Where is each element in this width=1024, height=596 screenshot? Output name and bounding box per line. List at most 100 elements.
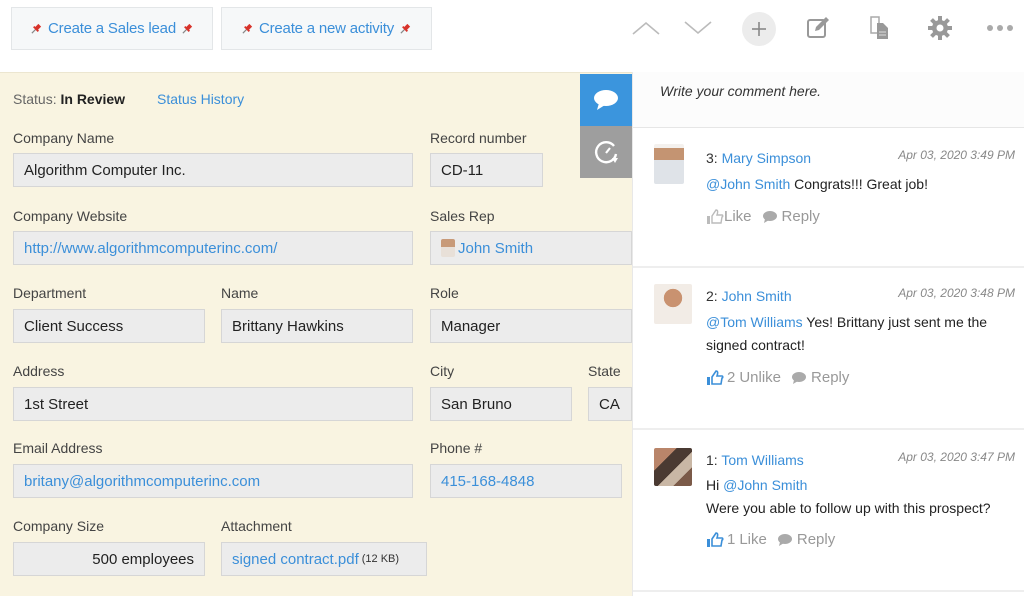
history-clock-icon [595, 141, 618, 164]
settings-button[interactable] [924, 12, 956, 44]
comment-input[interactable]: Write your comment here. [633, 72, 1024, 128]
create-sales-lead-button[interactable]: Create a Sales lead [11, 7, 213, 50]
next-record-button[interactable] [682, 12, 714, 44]
comment-number: 3: [706, 150, 718, 166]
role-label: Role [430, 285, 459, 301]
duplicate-record-button[interactable] [864, 12, 896, 44]
comment-author[interactable]: John Smith [722, 288, 792, 304]
unlike-button[interactable]: 2 Unlike [706, 369, 781, 386]
comment-timestamp: Apr 03, 2020 3:49 PM [898, 148, 1015, 162]
comment-timestamp: Apr 03, 2020 3:47 PM [898, 450, 1015, 464]
company-name-label: Company Name [13, 130, 115, 146]
city-label: City [430, 363, 455, 379]
comment-mention[interactable]: @John Smith [706, 176, 790, 192]
comment-actions: Like Reply [706, 208, 820, 225]
comment-body: @John Smith Congrats!!! Great job! [706, 173, 1016, 196]
name-field[interactable]: Brittany Hawkins [221, 309, 413, 343]
comment-header: 1: Tom Williams [706, 452, 804, 468]
like-label: Like [724, 208, 752, 225]
city-field[interactable]: San Bruno [430, 387, 572, 421]
history-tab[interactable] [580, 126, 632, 178]
comment-header: 3: Mary Simpson [706, 150, 811, 166]
address-label: Address [13, 363, 65, 379]
attachment-size: (12 KB) [361, 553, 400, 565]
state-label: State [588, 363, 621, 379]
address-field[interactable]: 1st Street [13, 387, 413, 421]
comment-body: Hi @John Smith Were you able to follow u… [706, 474, 1016, 520]
name-label: Name [221, 285, 259, 301]
comment-number: 2: [706, 288, 718, 304]
sales-rep-avatar [441, 239, 455, 257]
comment-item: 2: John Smith Apr 03, 2020 3:48 PM @Tom … [633, 268, 1024, 430]
create-sales-lead-label: Create a Sales lead [48, 20, 176, 37]
create-new-activity-button[interactable]: Create a new activity [221, 7, 432, 50]
comment-text: Were you able to follow up with this pro… [706, 500, 991, 516]
comment-author[interactable]: Mary Simpson [722, 150, 811, 166]
create-new-activity-label: Create a new activity [258, 20, 395, 37]
reply-label: Reply [781, 208, 820, 225]
sales-rep-name[interactable]: John Smith [458, 240, 533, 257]
department-field[interactable]: Client Success [13, 309, 205, 343]
attachment-link[interactable]: signed contract.pdf [232, 551, 359, 568]
state-field[interactable]: CA [588, 387, 632, 421]
company-website-label: Company Website [13, 208, 128, 224]
comment-author[interactable]: Tom Williams [721, 452, 803, 468]
attachment-label: Attachment [221, 518, 292, 534]
gear-icon [928, 16, 952, 40]
speech-bubble-icon [594, 90, 618, 110]
phone-label: Phone # [430, 440, 483, 456]
pushpin-icon [400, 23, 411, 34]
reply-button[interactable]: Reply [762, 208, 820, 225]
status-value: In Review [60, 91, 126, 107]
sales-rep-label: Sales Rep [430, 208, 495, 224]
email-label: Email Address [13, 440, 103, 456]
like-button[interactable]: 1 Like [706, 531, 767, 548]
edit-icon [807, 17, 829, 38]
thumbs-up-icon [707, 369, 724, 385]
company-website-field[interactable]: http://www.algorithmcomputerinc.com/ [13, 231, 413, 265]
reply-bubble-icon [762, 210, 777, 223]
status-label: Status: [13, 91, 57, 107]
phone-field[interactable]: 415-168-4848 [430, 464, 622, 498]
avatar [654, 144, 684, 184]
company-size-field[interactable]: 500 employees [13, 542, 205, 576]
comments-tab[interactable] [580, 74, 632, 126]
status-history-link[interactable]: Status History [157, 91, 244, 107]
role-field[interactable]: Manager [430, 309, 632, 343]
copy-icon [870, 16, 888, 39]
thumbs-up-icon [707, 531, 724, 547]
department-label: Department [13, 285, 87, 301]
company-name-field[interactable]: Algorithm Computer Inc. [13, 153, 413, 187]
reply-button[interactable]: Reply [777, 531, 835, 548]
comment-prefix: Hi [706, 477, 724, 493]
record-number-field[interactable]: CD-11 [430, 153, 543, 187]
edit-record-button[interactable] [802, 12, 834, 44]
pushpin-icon [242, 23, 253, 34]
status-line: Status: In Review [13, 91, 125, 107]
more-options-button[interactable] [984, 12, 1016, 44]
plus-icon [752, 22, 766, 36]
company-size-label: Company Size [13, 518, 105, 534]
comment-item: 1: Tom Williams Apr 03, 2020 3:47 PM Hi … [633, 430, 1024, 592]
attachment-field: signed contract.pdf (12 KB) [221, 542, 427, 576]
email-field[interactable]: britany@algorithmcomputerinc.com [13, 464, 413, 498]
reply-button[interactable]: Reply [791, 369, 849, 386]
reply-bubble-icon [777, 533, 792, 546]
sales-rep-field[interactable]: John Smith [430, 231, 632, 265]
comment-item: 3: Mary Simpson Apr 03, 2020 3:49 PM @Jo… [633, 128, 1024, 268]
reply-label: Reply [796, 531, 836, 548]
comment-header: 2: John Smith [706, 288, 792, 304]
like-count: 1 [727, 531, 736, 548]
previous-record-button[interactable] [630, 12, 662, 44]
like-button[interactable]: Like [706, 208, 752, 225]
reply-label: Reply [811, 369, 850, 386]
pushpin-icon [182, 23, 193, 34]
comment-mention[interactable]: @John Smith [723, 477, 807, 493]
comment-mention[interactable]: @Tom Williams [706, 314, 803, 330]
pushpin-icon [31, 23, 42, 34]
record-form: Status: In Review Status History Company… [0, 72, 632, 596]
more-icon [987, 25, 1013, 31]
add-record-button[interactable] [742, 12, 776, 46]
record-number-label: Record number [430, 130, 527, 146]
like-label: Unlike [739, 369, 782, 386]
